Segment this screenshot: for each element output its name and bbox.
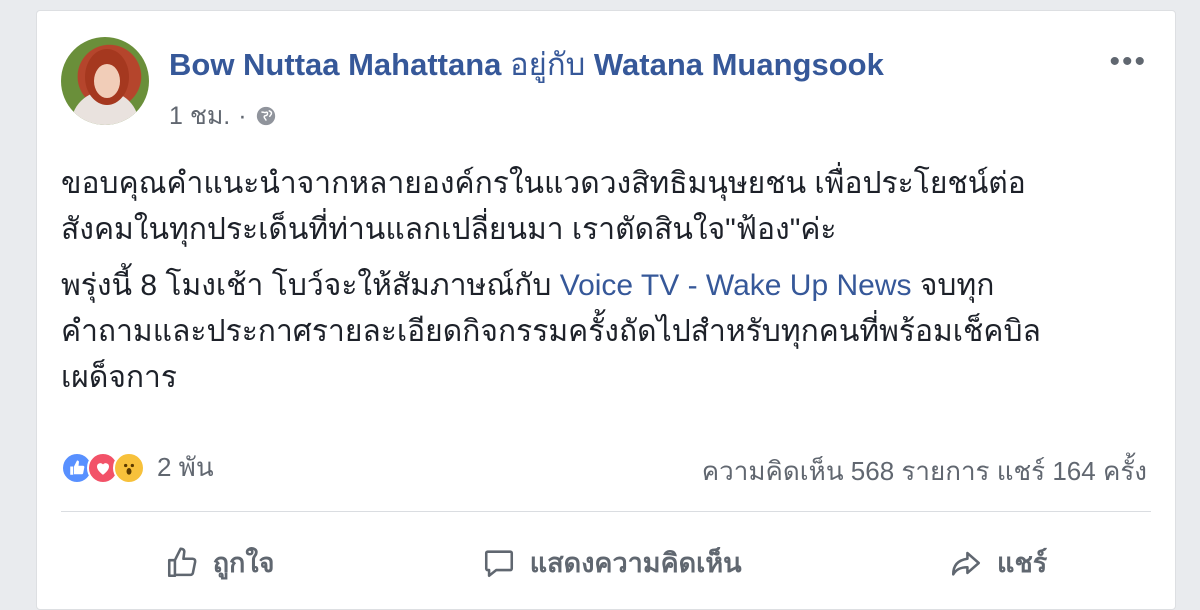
post-card: Bow Nuttaa Mahattana อยู่กับ Watana Muan… [36,10,1176,610]
with-label: อยู่กับ [510,47,586,82]
comment-icon [484,549,513,577]
comment-label: แสดงความคิดเห็น [529,548,742,578]
action-bar: ถูกใจ แสดงความคิดเห็น แชร์ [61,541,1151,584]
like-label: ถูกใจ [212,548,275,578]
avatar[interactable] [61,37,149,125]
post-header: Bow Nuttaa Mahattana อยู่กับ Watana Muan… [169,45,884,85]
share-button[interactable]: แชร์ [949,541,1047,584]
post-text: เผด็จการ [61,361,178,394]
share-label: แชร์ [997,548,1048,578]
post-time[interactable]: 1 ชม. [169,101,230,131]
author-name[interactable]: Bow Nuttaa Mahattana [169,47,501,82]
divider [61,511,1151,512]
post-body: ขอบคุณคำแนะนำจากหลายองค์กรในแวดวงสิทธิมน… [61,161,1161,411]
post-text: สังคมในทุกประเด็นที่ท่านแลกเปลี่ยนมา เรา… [61,213,837,246]
globe-icon[interactable] [255,105,277,127]
like-button[interactable]: ถูกใจ [165,541,275,584]
more-options-button[interactable]: ••• [1109,45,1147,79]
post-text: พรุ่งนี้ 8 โมงเช้า โบว์จะให้สัมภาษณ์กับ [61,269,560,302]
comment-button[interactable]: แสดงความคิดเห็น [482,541,742,584]
post-paragraph: พรุ่งนี้ 8 โมงเช้า โบว์จะให้สัมภาษณ์กับ … [61,263,1161,401]
reaction-summary[interactable]: 2 พัน [61,447,214,488]
post-text: ขอบคุณคำแนะนำจากหลายองค์กรในแวดวงสิทธิมน… [61,167,1026,200]
meta-separator: · [238,102,247,130]
tagged-person[interactable]: Watana Muangsook [594,47,884,82]
post-text: จบทุก [911,269,995,302]
voice-tv-link[interactable]: Voice TV - Wake Up News [560,269,912,302]
engagement-stats[interactable]: ความคิดเห็น 568 รายการ แชร์ 164 ครั้ง [702,451,1147,492]
share-icon [952,551,981,576]
post-paragraph: ขอบคุณคำแนะนำจากหลายองค์กรในแวดวงสิทธิมน… [61,161,1161,253]
thumbs-up-icon [167,547,197,577]
post-text: คำถามและประกาศรายละเอียดกิจกรรมครั้งถัดไ… [61,315,1041,348]
post-meta: 1 ชม. · [169,101,277,131]
wow-icon [113,451,145,484]
reaction-count[interactable]: 2 พัน [157,447,214,488]
